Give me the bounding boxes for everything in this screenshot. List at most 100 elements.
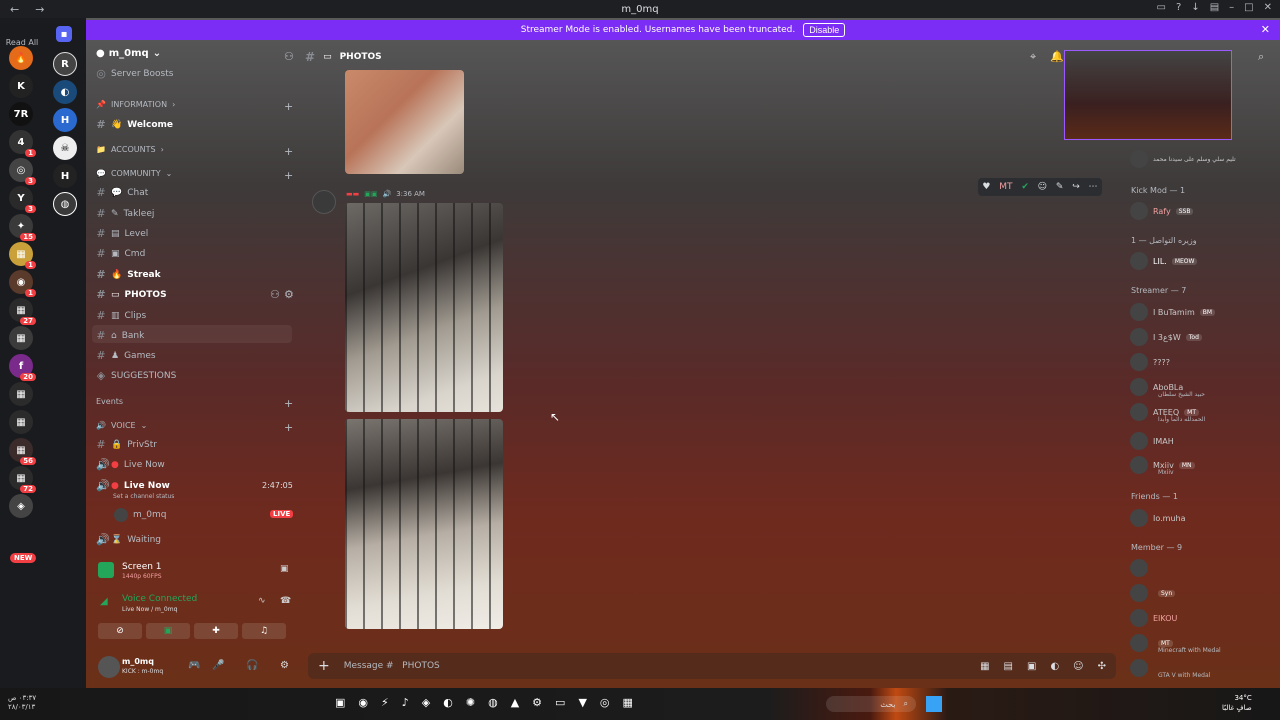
member-row[interactable]: Io.muha bbox=[1130, 509, 1186, 527]
activities-button[interactable]: ✚ bbox=[194, 623, 238, 639]
voice-channel-live-now-1[interactable]: 🔊 ● Live Now bbox=[96, 458, 165, 471]
more-icon[interactable]: ⋯ bbox=[1089, 182, 1098, 192]
add-reaction-icon[interactable]: ☺ bbox=[1038, 182, 1047, 192]
dm-icon[interactable]: ▪ bbox=[56, 26, 72, 42]
brave-icon[interactable]: ▼ bbox=[578, 696, 586, 709]
server-folder-3[interactable]: ▦ bbox=[9, 326, 33, 350]
stop-stream-icon[interactable]: ▣ bbox=[280, 564, 289, 574]
member-row[interactable] bbox=[1130, 659, 1153, 677]
add-channel-icon[interactable]: + bbox=[284, 169, 293, 182]
category-community[interactable]: 💬 COMMUNITY ⌄ bbox=[96, 169, 172, 178]
search-icon[interactable]: ⌕ bbox=[1258, 50, 1264, 64]
attach-plus-icon[interactable]: + bbox=[318, 658, 330, 674]
category-information[interactable]: 📌 INFORMATION › bbox=[96, 100, 175, 109]
bell-icon[interactable]: 🔔 bbox=[1050, 50, 1064, 64]
tiktok-icon[interactable]: ♪ bbox=[402, 696, 409, 709]
server-boosts[interactable]: ◎ Server Boosts bbox=[96, 67, 173, 80]
edge-icon[interactable]: ◍ bbox=[488, 696, 498, 709]
signal-icon[interactable]: ◢ bbox=[100, 596, 108, 607]
windows-start-icon[interactable] bbox=[926, 696, 942, 712]
channel-level[interactable]: # ▤ Level bbox=[96, 227, 148, 240]
member-row[interactable]: Rafy SSB bbox=[1130, 202, 1194, 220]
server-icon-k[interactable]: K bbox=[9, 74, 33, 98]
add-member-icon[interactable]: ⚇ bbox=[270, 288, 280, 301]
headphones-icon[interactable]: 🎧 bbox=[246, 660, 258, 671]
threads-icon[interactable]: ⌖ bbox=[1030, 50, 1036, 64]
emoji-icon[interactable]: ☺ bbox=[1073, 661, 1083, 672]
category-voice[interactable]: 🔊 VOICE ⌄ bbox=[96, 421, 147, 430]
capcut-icon[interactable]: ◈ bbox=[422, 696, 430, 709]
channel-games[interactable]: # ♟ Games bbox=[96, 349, 155, 362]
channel-streak[interactable]: # 🔥 Streak bbox=[96, 268, 160, 281]
member-row[interactable]: EIKOU bbox=[1130, 609, 1177, 627]
server-icon-mix[interactable]: ✦ 15 bbox=[9, 214, 36, 241]
voice-channel-live-now-2[interactable]: 🔊 ● Live Now bbox=[96, 479, 170, 492]
server-icon-7r[interactable]: 7R bbox=[9, 102, 33, 126]
avatar[interactable] bbox=[312, 190, 336, 214]
channel-bank[interactable]: # ⌂ Bank bbox=[96, 329, 144, 342]
reply-icon[interactable]: ↪ bbox=[1072, 182, 1080, 192]
channel-clips[interactable]: # ▥ Clips bbox=[96, 309, 146, 322]
server-icon-hs[interactable]: H bbox=[53, 108, 77, 132]
server-icon-y[interactable]: Y3 bbox=[9, 186, 36, 213]
server-folder-5[interactable]: ▦ bbox=[9, 382, 33, 406]
store-icon[interactable]: ▦ bbox=[623, 696, 633, 709]
member-row[interactable]: تليم سلي وسلم على سيدنا محمد bbox=[1130, 150, 1236, 168]
soundboard-button[interactable]: ♫ bbox=[242, 623, 286, 639]
channel-takleej[interactable]: # ✎ Takleej bbox=[96, 207, 154, 220]
member-row[interactable] bbox=[1130, 559, 1153, 577]
maximize-button[interactable]: □ bbox=[1244, 2, 1253, 13]
channel-cmd[interactable]: # ▣ Cmd bbox=[96, 247, 145, 260]
photo-attachment-cat-1[interactable] bbox=[345, 203, 503, 412]
gift-icon[interactable]: ▦ bbox=[980, 661, 989, 672]
chatgpt-icon[interactable]: ✺ bbox=[466, 696, 475, 709]
invite-icon[interactable]: ⚇ bbox=[284, 50, 294, 63]
server-icon-h[interactable]: H bbox=[53, 164, 77, 188]
add-channel-icon[interactable]: + bbox=[284, 100, 293, 113]
inbox-icon[interactable]: ▭ bbox=[1157, 2, 1166, 13]
add-channel-icon[interactable]: + bbox=[284, 145, 293, 158]
add-channel-icon[interactable]: + bbox=[284, 421, 293, 434]
disable-streamer-mode-button[interactable]: Disable bbox=[803, 23, 846, 37]
disconnect-icon[interactable]: ☎ bbox=[280, 596, 291, 606]
camera-off-button[interactable]: ⊘ bbox=[98, 623, 142, 639]
server-folder-6[interactable]: ▦ bbox=[9, 410, 33, 434]
member-row[interactable]: ???? bbox=[1130, 353, 1170, 371]
server-icon-ghost[interactable]: ☠ bbox=[53, 136, 77, 160]
help-icon[interactable]: ? bbox=[1176, 2, 1181, 13]
gamepad-icon[interactable]: 🎮 bbox=[188, 660, 200, 671]
channel-photos[interactable]: # ▭ PHOTOS bbox=[96, 288, 166, 301]
voice-channel-waiting[interactable]: 🔊 ⌛ Waiting bbox=[96, 533, 161, 546]
server-folder-8[interactable]: ▦ 72 bbox=[9, 466, 36, 493]
apps-icon[interactable]: ◐ bbox=[1050, 661, 1059, 672]
clipboard-icon[interactable]: ▤ bbox=[1210, 2, 1219, 13]
chrome-icon[interactable]: ◎ bbox=[600, 696, 610, 709]
category-accounts[interactable]: 📁 ACCOUNTS › bbox=[96, 145, 164, 154]
server-folder-7[interactable]: ▦ 56 bbox=[9, 438, 36, 465]
channel-status-hint[interactable]: Set a channel status bbox=[113, 493, 174, 500]
mt-reaction-icon[interactable]: MT bbox=[999, 182, 1012, 192]
channel-suggestions[interactable]: ◈ SUGGESTIONS bbox=[96, 369, 177, 382]
server-folder-4[interactable]: f 20 bbox=[9, 354, 36, 381]
channel-chat[interactable]: # 💬 Chat bbox=[96, 186, 148, 199]
add-event-icon[interactable]: + bbox=[284, 397, 293, 410]
nvidia-icon[interactable]: ▲ bbox=[511, 696, 519, 709]
heart-icon[interactable]: ♥ bbox=[982, 182, 990, 192]
settings-gear-icon[interactable]: ⚙ bbox=[280, 660, 289, 671]
member-row[interactable]: I BuTamim BM bbox=[1130, 303, 1216, 321]
message-input[interactable] bbox=[343, 661, 944, 671]
gif-icon[interactable]: ▤ bbox=[1004, 661, 1013, 672]
avatar[interactable] bbox=[98, 656, 120, 678]
sticker-icon[interactable]: ▣ bbox=[1027, 661, 1036, 672]
server-icon-fire[interactable]: 🔥 bbox=[9, 46, 33, 70]
photo-attachment-hand[interactable] bbox=[345, 70, 464, 174]
new-badge[interactable]: NEW bbox=[10, 553, 37, 563]
taskbar-clock[interactable]: ٠٣:٣٧ ص ٢٨/٠٣/١٣ bbox=[8, 694, 36, 712]
server-folder-2[interactable]: ▦ 27 bbox=[9, 298, 36, 325]
channel-welcome[interactable]: # 👋 Welcome bbox=[96, 118, 173, 131]
server-header[interactable]: ● m_0mq ⌄ bbox=[96, 48, 161, 59]
stream-preview[interactable] bbox=[1064, 50, 1232, 140]
grid-icon[interactable]: ✣ bbox=[1098, 661, 1106, 672]
member-row[interactable]: IMAH bbox=[1130, 432, 1174, 450]
close-window-button[interactable]: ✕ bbox=[1264, 2, 1272, 13]
